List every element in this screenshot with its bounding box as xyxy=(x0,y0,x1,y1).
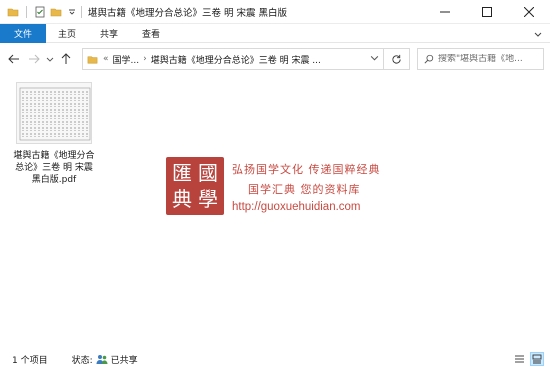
breadcrumb-item[interactable]: 国学... xyxy=(113,53,140,66)
seal-logo: 匯 國 典 學 xyxy=(166,157,224,215)
tab-view[interactable]: 查看 xyxy=(130,24,172,43)
watermark-url: http://guoxuehuidian.com xyxy=(232,201,361,213)
separator xyxy=(26,5,27,18)
folder-icon xyxy=(6,5,20,19)
properties-icon[interactable] xyxy=(33,5,47,19)
item-count: 1 个项目 xyxy=(12,355,48,366)
tab-home[interactable]: 主页 xyxy=(46,24,88,43)
seal-char: 國 xyxy=(198,161,218,185)
seal-char: 學 xyxy=(198,187,218,211)
breadcrumb-overflow[interactable]: « xyxy=(103,54,109,64)
file-name: 堪舆古籍《地理分合总论》三卷 明 宋震 黑白版.pdf xyxy=(13,151,95,185)
search-box[interactable] xyxy=(417,48,544,70)
recent-locations-button[interactable] xyxy=(44,48,56,70)
minimize-button[interactable] xyxy=(424,0,466,24)
address-bar[interactable]: « 国学... › 堪舆古籍《地理分合总论》三卷 明 宋震 ... xyxy=(82,48,384,70)
file-item[interactable]: 堪舆古籍《地理分合总论》三卷 明 宋震 黑白版.pdf xyxy=(12,82,96,186)
tab-file[interactable]: 文件 xyxy=(0,24,47,43)
search-icon xyxy=(424,54,434,64)
large-icons-view-button[interactable] xyxy=(530,352,544,366)
seal-char: 匯 xyxy=(172,161,192,185)
watermark-tagline: 国学汇典 您的资料库 xyxy=(248,183,361,196)
up-button[interactable] xyxy=(56,48,76,70)
search-input[interactable] xyxy=(438,54,538,64)
view-toggle xyxy=(512,352,544,366)
pdf-thumbnail xyxy=(16,82,92,144)
details-view-button[interactable] xyxy=(512,352,526,366)
watermark-slogan: 弘扬国学文化 传递国粹经典 xyxy=(232,163,381,176)
separator xyxy=(81,5,82,18)
window-title: 堪舆古籍《地理分合总论》三卷 明 宋震 黑白版 xyxy=(88,7,288,19)
status-bar: 1 个项目 状态: 已共享 xyxy=(0,347,550,371)
chevron-down-icon[interactable] xyxy=(370,53,379,65)
breadcrumb-item[interactable]: 堪舆古籍《地理分合总论》三卷 明 宋震 ... xyxy=(151,53,321,66)
share-status: 状态: 已共享 xyxy=(72,353,138,366)
tab-share[interactable]: 共享 xyxy=(88,24,130,43)
share-state-label: 状态: xyxy=(71,355,93,366)
refresh-button[interactable] xyxy=(384,48,410,70)
expand-ribbon-icon[interactable] xyxy=(532,28,544,40)
file-list[interactable]: 堪舆古籍《地理分合总论》三卷 明 宋震 黑白版.pdf 匯 國 典 學 弘扬国学… xyxy=(0,74,550,347)
window-controls xyxy=(424,0,550,24)
new-folder-icon[interactable] xyxy=(49,5,63,19)
shared-users-icon xyxy=(96,354,108,365)
customize-toolbar-icon[interactable] xyxy=(65,5,79,19)
ribbon-tabs: 文件 主页 共享 查看 xyxy=(0,24,550,43)
share-state-value: 已共享 xyxy=(110,355,138,366)
maximize-button[interactable] xyxy=(466,0,508,24)
close-button[interactable] xyxy=(508,0,550,24)
back-button[interactable] xyxy=(4,48,24,70)
seal-char: 典 xyxy=(172,187,192,211)
navigation-bar: « 国学... › 堪舆古籍《地理分合总论》三卷 明 宋震 ... xyxy=(0,44,550,74)
forward-button[interactable] xyxy=(24,48,44,70)
chevron-right-icon[interactable]: › xyxy=(143,54,147,64)
title-bar: 堪舆古籍《地理分合总论》三卷 明 宋震 黑白版 xyxy=(0,0,550,24)
folder-icon xyxy=(87,54,98,65)
quick-access-toolbar xyxy=(0,5,79,19)
